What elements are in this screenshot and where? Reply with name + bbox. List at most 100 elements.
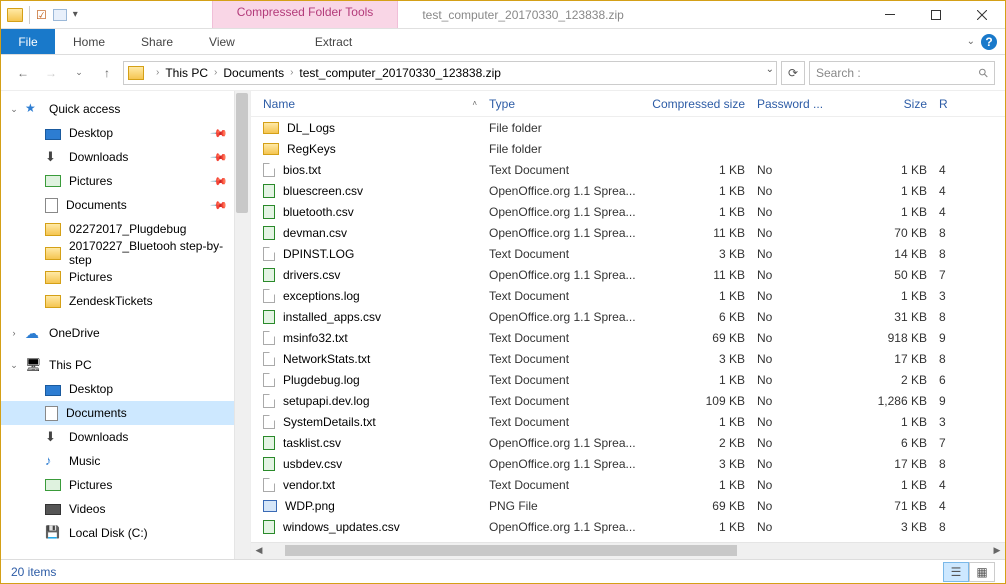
tab-extract[interactable]: Extract [315, 29, 352, 54]
file-row[interactable]: exceptions.log Text Document 1 KB No 1 K… [251, 285, 1005, 306]
main-area: ⌄ ★ Quick access Desktop 📌 Downloads 📌 P… [1, 91, 1005, 559]
file-row[interactable]: windows_updates.csv OpenOffice.org 1.1 S… [251, 516, 1005, 537]
scrollbar-thumb[interactable] [285, 545, 737, 556]
close-button[interactable] [959, 1, 1005, 29]
file-row[interactable]: NetworkStats.txt Text Document 3 KB No 1… [251, 348, 1005, 369]
nav-item[interactable]: Local Disk (C:) [1, 521, 250, 545]
file-ratio: 6 [939, 373, 959, 387]
nav-item[interactable]: Pictures 📌 [1, 169, 250, 193]
file-ratio: 8 [939, 520, 959, 534]
chevron-down-icon[interactable]: ⌄ [9, 104, 19, 115]
view-details-button[interactable]: ☰ [943, 562, 969, 582]
maximize-button[interactable] [913, 1, 959, 29]
search-placeholder: Search : [816, 66, 861, 80]
breadcrumb-part[interactable]: This PC [165, 66, 208, 80]
breadcrumb-part[interactable]: test_computer_20170330_123838.zip [299, 66, 501, 80]
file-ratio: 4 [939, 499, 959, 513]
file-row[interactable]: bluescreen.csv OpenOffice.org 1.1 Sprea.… [251, 180, 1005, 201]
window-controls [867, 1, 1005, 29]
horizontal-scrollbar[interactable]: ◀ ▶ [251, 542, 1005, 559]
tab-home[interactable]: Home [55, 29, 123, 54]
nav-scrollbar[interactable] [234, 91, 250, 559]
refresh-button[interactable]: ⟳ [781, 61, 805, 85]
file-row[interactable]: installed_apps.csv OpenOffice.org 1.1 Sp… [251, 306, 1005, 327]
nav-item[interactable]: Pictures [1, 265, 250, 289]
pic-icon [45, 479, 61, 491]
chevron-right-icon[interactable]: › [210, 67, 221, 78]
file-tab[interactable]: File [1, 29, 55, 54]
nav-item[interactable]: Documents [1, 401, 250, 425]
view-large-icons-button[interactable]: ▦ [969, 562, 995, 582]
file-row[interactable]: usbdev.csv OpenOffice.org 1.1 Sprea... 3… [251, 453, 1005, 474]
file-row[interactable]: vendor.txt Text Document 1 KB No 1 KB 4 [251, 474, 1005, 495]
file-row[interactable]: setupapi.dev.log Text Document 109 KB No… [251, 390, 1005, 411]
file-row[interactable]: SystemDetails.txt Text Document 1 KB No … [251, 411, 1005, 432]
file-row[interactable]: devman.csv OpenOffice.org 1.1 Sprea... 1… [251, 222, 1005, 243]
file-row[interactable]: bios.txt Text Document 1 KB No 1 KB 4 [251, 159, 1005, 180]
nav-item[interactable]: Downloads [1, 425, 250, 449]
nav-item[interactable]: Pictures [1, 473, 250, 497]
breadcrumb-dropdown-icon[interactable]: ⌄ [766, 64, 774, 75]
column-header-ratio[interactable]: R [939, 97, 959, 111]
qat-properties-icon[interactable]: ☑ [36, 8, 47, 22]
file-compressed-size: 1 KB [647, 478, 757, 492]
nav-item[interactable]: Desktop [1, 377, 250, 401]
nav-item[interactable]: Videos [1, 497, 250, 521]
file-row[interactable]: DPINST.LOG Text Document 3 KB No 14 KB 8 [251, 243, 1005, 264]
nav-item[interactable]: Music [1, 449, 250, 473]
nav-item[interactable]: Documents 📌 [1, 193, 250, 217]
nav-item[interactable]: 02272017_Plugdebug [1, 217, 250, 241]
chevron-down-icon[interactable]: ⌄ [9, 360, 19, 371]
nav-item[interactable]: 20170227_Bluetooh step-by-step [1, 241, 250, 265]
ribbon-expand-icon[interactable]: ⌄ [967, 36, 975, 47]
help-icon[interactable]: ? [981, 34, 997, 50]
nav-forward-button[interactable]: → [39, 66, 63, 80]
nav-item[interactable]: Desktop 📌 [1, 121, 250, 145]
file-row[interactable]: DL_Logs File folder [251, 117, 1005, 138]
scroll-right-icon[interactable]: ▶ [989, 543, 1005, 559]
breadcrumb-part[interactable]: Documents [223, 66, 284, 80]
column-header-name[interactable]: Name ˄ [263, 97, 489, 111]
nav-item[interactable]: Downloads 📌 [1, 145, 250, 169]
file-type: OpenOffice.org 1.1 Sprea... [489, 520, 647, 534]
scroll-left-icon[interactable]: ◀ [251, 543, 267, 559]
file-row[interactable]: msinfo32.txt Text Document 69 KB No 918 … [251, 327, 1005, 348]
column-header-type[interactable]: Type [489, 97, 647, 111]
nav-recent-icon[interactable]: ⌄ [67, 67, 91, 78]
nav-up-button[interactable]: ↑ [95, 66, 119, 80]
file-type: OpenOffice.org 1.1 Sprea... [489, 226, 647, 240]
chevron-right-icon[interactable]: › [9, 328, 19, 338]
tab-view[interactable]: View [191, 29, 253, 54]
nav-back-button[interactable]: ← [11, 66, 35, 80]
file-list: DL_Logs File folder RegKeys File folder … [251, 117, 1005, 542]
minimize-button[interactable] [867, 1, 913, 29]
chevron-right-icon[interactable]: › [286, 67, 297, 78]
tab-share[interactable]: Share [123, 29, 191, 54]
file-size: 3 KB [839, 520, 939, 534]
file-row[interactable]: RegKeys File folder [251, 138, 1005, 159]
file-row[interactable]: drivers.csv OpenOffice.org 1.1 Sprea... … [251, 264, 1005, 285]
nav-item[interactable]: ZendeskTickets [1, 289, 250, 313]
nav-this-pc[interactable]: ⌄ This PC [1, 353, 250, 377]
chevron-right-icon[interactable]: › [152, 67, 163, 78]
file-row[interactable]: tasklist.csv OpenOffice.org 1.1 Sprea...… [251, 432, 1005, 453]
file-row[interactable]: WDP.png PNG File 69 KB No 71 KB 4 [251, 495, 1005, 516]
qat-customize-icon[interactable]: ▾ [73, 9, 78, 20]
file-password: No [757, 499, 839, 513]
nav-quick-access[interactable]: ⌄ ★ Quick access [1, 97, 250, 121]
file-password: No [757, 331, 839, 345]
column-header-compressed-size[interactable]: Compressed size [647, 97, 757, 111]
nav-scrollbar-thumb[interactable] [236, 93, 248, 213]
search-input[interactable]: Search : ⚲ [809, 61, 995, 85]
nav-onedrive[interactable]: › OneDrive [1, 321, 250, 345]
txt-icon [263, 331, 275, 345]
column-header-size[interactable]: Size [839, 97, 939, 111]
file-ratio: 8 [939, 310, 959, 324]
file-row[interactable]: Plugdebug.log Text Document 1 KB No 2 KB… [251, 369, 1005, 390]
breadcrumb[interactable]: › This PC › Documents › test_computer_20… [123, 61, 777, 85]
file-name: RegKeys [287, 142, 336, 156]
column-header-password[interactable]: Password ... [757, 97, 839, 111]
file-password: No [757, 352, 839, 366]
file-row[interactable]: bluetooth.csv OpenOffice.org 1.1 Sprea..… [251, 201, 1005, 222]
qat-newfolder-icon[interactable] [53, 9, 67, 21]
